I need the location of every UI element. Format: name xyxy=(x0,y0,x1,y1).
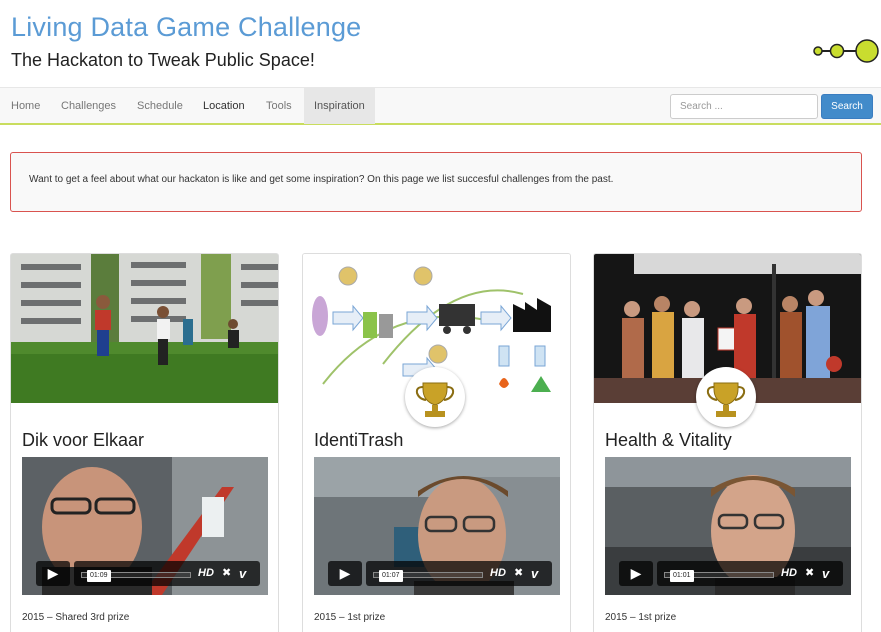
play-icon[interactable]: ▶ xyxy=(619,561,653,586)
challenge-card: Dik voor Elkaar ▶ 01:09 HD ✖ v 2015 – Sh… xyxy=(10,253,279,632)
vimeo-icon[interactable]: v xyxy=(239,561,246,586)
card-caption: 2015 – 1st prize xyxy=(314,612,386,623)
search-button[interactable]: Search xyxy=(821,94,873,119)
card-caption: 2015 – Shared 3rd prize xyxy=(22,612,130,623)
fullscreen-icon[interactable]: ✖ xyxy=(514,561,523,586)
nav-inspiration[interactable]: Inspiration xyxy=(304,88,375,124)
video-controls: 01:07 HD ✖ v xyxy=(366,561,552,586)
search-input[interactable] xyxy=(670,94,818,119)
video-progress-bar[interactable]: 01:07 xyxy=(373,570,483,582)
video-controls: 01:09 HD ✖ v xyxy=(74,561,260,586)
play-icon[interactable]: ▶ xyxy=(328,561,362,586)
site-subtitle: The Hackaton to Tweak Public Space! xyxy=(11,50,315,70)
video-player[interactable]: ▶ 01:09 HD ✖ v xyxy=(22,457,268,595)
video-controls: 01:01 HD ✖ v xyxy=(657,561,843,586)
challenge-card: IdentiTrash ▶ 01:07 HD ✖ v 2015 – 1st pr… xyxy=(302,253,571,632)
fullscreen-icon[interactable]: ✖ xyxy=(222,561,231,586)
video-time: 01:01 xyxy=(670,570,694,582)
card-title[interactable]: IdentiTrash xyxy=(314,430,403,451)
card-caption: 2015 – 1st prize xyxy=(605,612,677,623)
vimeo-icon[interactable]: v xyxy=(822,561,829,586)
video-progress-bar[interactable]: 01:01 xyxy=(664,570,774,582)
fullscreen-icon[interactable]: ✖ xyxy=(805,561,814,586)
card-title[interactable]: Health & Vitality xyxy=(605,430,732,451)
dots-logo-icon[interactable] xyxy=(810,36,881,68)
hd-toggle[interactable]: HD xyxy=(781,561,797,586)
video-time: 01:09 xyxy=(87,570,111,582)
hd-toggle[interactable]: HD xyxy=(490,561,506,586)
video-player[interactable]: ▶ 01:01 HD ✖ v xyxy=(605,457,851,595)
nav-challenges[interactable]: Challenges xyxy=(61,88,116,124)
challenge-card: Health & Vitality ▶ 01:01 HD ✖ v 2015 – … xyxy=(593,253,862,632)
site-title[interactable]: Living Data Game Challenge xyxy=(11,12,361,43)
main-navbar: Home Challenges Schedule Location Tools … xyxy=(0,87,881,125)
trophy-icon xyxy=(696,367,756,427)
nav-home[interactable]: Home xyxy=(11,88,40,124)
nav-schedule[interactable]: Schedule xyxy=(137,88,183,124)
nav-location[interactable]: Location xyxy=(203,88,245,124)
card-photo-children-playing[interactable] xyxy=(11,254,278,403)
hd-toggle[interactable]: HD xyxy=(198,561,214,586)
alert-text: Want to get a feel about what our hackat… xyxy=(29,174,614,185)
card-title[interactable]: Dik voor Elkaar xyxy=(22,430,144,451)
video-time: 01:07 xyxy=(379,570,403,582)
nav-tools[interactable]: Tools xyxy=(266,88,292,124)
video-player[interactable]: ▶ 01:07 HD ✖ v xyxy=(314,457,560,595)
video-progress-bar[interactable]: 01:09 xyxy=(81,570,191,582)
vimeo-icon[interactable]: v xyxy=(531,561,538,586)
trophy-icon xyxy=(405,367,465,427)
play-icon[interactable]: ▶ xyxy=(36,561,70,586)
info-alert: Want to get a feel about what our hackat… xyxy=(10,152,862,212)
